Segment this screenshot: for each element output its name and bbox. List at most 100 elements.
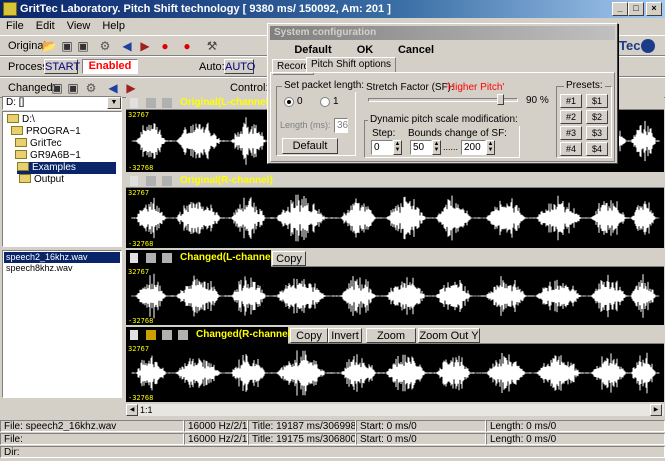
tab-pitch-shift-options[interactable]: Pitch Shift options — [306, 57, 397, 73]
status-length: Length: 0 ms/0 — [486, 433, 665, 445]
copy-track-icon[interactable] — [162, 98, 172, 108]
dialog-title: System configuration — [270, 26, 615, 40]
copy-button[interactable]: Copy — [272, 251, 306, 266]
open-folder-icon[interactable]: 📂 — [40, 37, 58, 55]
save-as-icon[interactable]: ▣ — [74, 37, 92, 55]
scroll-right-icon[interactable]: ▶ — [650, 404, 662, 416]
tree-item-output[interactable]: Output — [19, 174, 64, 186]
copy-button[interactable]: Copy — [290, 328, 328, 343]
preset-dollar-1[interactable]: $1 — [586, 94, 608, 108]
menu-edit[interactable]: Edit — [30, 18, 61, 34]
tree-item-progra[interactable]: PROGRA~1 — [11, 126, 81, 138]
tree-item-drive[interactable]: D:\ — [7, 114, 35, 126]
status-format: 16000 Hz/2/16 — [184, 420, 248, 432]
status-row-changed: File: 16000 Hz/2/16 Title: 19175 ms/3068… — [0, 433, 665, 445]
save-track-icon[interactable] — [146, 253, 156, 263]
step-spinner[interactable]: ▲ ▼ — [393, 140, 402, 155]
file-item[interactable]: speech8khz.wav — [4, 263, 120, 274]
speaker-icon[interactable] — [130, 98, 138, 108]
preset-hash-1[interactable]: #1 — [560, 94, 582, 108]
menu-help[interactable]: Help — [96, 18, 131, 34]
bound-max-input[interactable]: 200 — [461, 140, 486, 155]
menu-view[interactable]: View — [61, 18, 97, 34]
zoom-out-y-button[interactable]: Zoom Out Y — [418, 328, 480, 343]
waveform-svg — [131, 194, 660, 242]
preset-dollar-4[interactable]: $4 — [586, 142, 608, 156]
waveform-changed-right[interactable]: 32767 -32768 — [126, 344, 664, 402]
stretch-factor-thumb[interactable] — [497, 94, 504, 105]
preset-dollar-3[interactable]: $3 — [586, 126, 608, 140]
step-input[interactable]: 0 — [371, 140, 393, 155]
tree-item-grittec[interactable]: GritTec — [15, 138, 62, 150]
save-track-icon[interactable] — [146, 176, 156, 186]
save-changed-as-icon[interactable]: ▣ — [64, 79, 82, 97]
radio-packet-0[interactable] — [284, 97, 294, 107]
control-label: Control: — [230, 82, 269, 94]
play-changed-right-icon[interactable]: ▶ — [122, 79, 140, 97]
save-track-icon[interactable] — [162, 330, 172, 340]
speaker-icon[interactable] — [130, 253, 138, 263]
horizontal-scrollbar[interactable]: ◀ 1:1 ▶ — [126, 404, 664, 416]
bound-separator: ...... — [443, 142, 459, 152]
start-button[interactable]: START — [44, 59, 80, 74]
zoom-out-button[interactable]: Zoom Out — [366, 328, 416, 357]
maximize-button[interactable]: □ — [628, 2, 644, 16]
speaker-icon[interactable] — [130, 330, 138, 340]
radio-packet-1[interactable] — [320, 97, 330, 107]
waveform-changed-left[interactable]: 32767 -32768 — [126, 267, 664, 325]
status-start: Start: 0 ms/0 — [356, 420, 486, 432]
status-row-dir: Dir: — [0, 446, 665, 458]
auto-button[interactable]: AUTO — [224, 59, 255, 74]
app-icon — [3, 2, 17, 16]
invert-button[interactable]: Invert — [328, 328, 362, 343]
save-track-icon[interactable] — [146, 98, 156, 108]
tree-item-examples[interactable]: Examples — [17, 162, 116, 174]
bound-max-spinner[interactable]: ▲ ▼ — [486, 140, 495, 155]
bound-min-spinner[interactable]: ▲ ▼ — [432, 140, 441, 155]
bound-min-input[interactable]: 50 — [410, 140, 432, 155]
minimize-button[interactable]: _ — [612, 2, 628, 16]
status-file: File: speech2_16khz.wav — [0, 420, 184, 432]
play-changed-left-icon[interactable]: ◀ — [104, 79, 122, 97]
file-list: speech2_16khz.wav speech8khz.wav — [2, 250, 122, 398]
record-icon[interactable]: ● — [156, 37, 174, 55]
copy-track-icon[interactable] — [162, 176, 172, 186]
track-header-changed-left: Changed(L-channel) Copy — [126, 250, 664, 267]
preset-hash-3[interactable]: #3 — [560, 126, 582, 140]
tools-icon[interactable]: ⚙ — [96, 37, 114, 55]
preset-hash-4[interactable]: #4 — [560, 142, 582, 156]
play-right-icon[interactable]: ▶ — [136, 37, 154, 55]
drive-select[interactable]: D: [] ▼ — [2, 96, 122, 110]
ok-button[interactable]: OK — [340, 42, 390, 57]
open-folder-icon[interactable] — [146, 330, 156, 340]
default-button[interactable]: Default — [280, 42, 346, 57]
copy-track-icon[interactable] — [162, 253, 172, 263]
packet-default-button[interactable]: Default — [282, 138, 338, 154]
track-title: Changed(L-channel) — [180, 252, 277, 263]
play-left-icon[interactable]: ◀ — [118, 37, 136, 55]
enabled-indicator[interactable]: Enabled — [82, 59, 138, 74]
speaker-icon[interactable] — [130, 176, 138, 186]
process-icon[interactable]: ⚙ — [82, 79, 100, 97]
tree-item-gr9a6b[interactable]: GR9A6B~1 — [15, 150, 81, 162]
settings-icon[interactable]: ⚒ — [203, 37, 221, 55]
length-label: Length (ms): — [280, 120, 331, 130]
record-stop-icon[interactable]: ● — [178, 37, 196, 55]
file-item-selected[interactable]: speech2_16khz.wav — [4, 252, 120, 263]
menu-file[interactable]: File — [0, 18, 30, 34]
folder-icon — [15, 138, 27, 147]
preset-hash-2[interactable]: #2 — [560, 110, 582, 124]
copy-track-icon[interactable] — [178, 330, 188, 340]
step-label: Step: — [372, 128, 396, 139]
radio-packet-1-label: 1 — [333, 96, 339, 107]
preset-dollar-2[interactable]: $2 — [586, 110, 608, 124]
stretch-factor-percent: 90 % — [526, 95, 549, 106]
scroll-left-icon[interactable]: ◀ — [126, 404, 138, 416]
window-title: GritTec Laboratory. Pitch Shift technolo… — [20, 3, 391, 15]
length-input[interactable]: 36 — [334, 118, 348, 133]
chevron-down-icon[interactable]: ▼ — [107, 97, 121, 109]
stretch-factor-track[interactable] — [368, 94, 518, 105]
close-button[interactable]: × — [646, 2, 662, 16]
waveform-original-right[interactable]: 32767 -32768 — [126, 188, 664, 248]
cancel-button[interactable]: Cancel — [386, 42, 446, 57]
